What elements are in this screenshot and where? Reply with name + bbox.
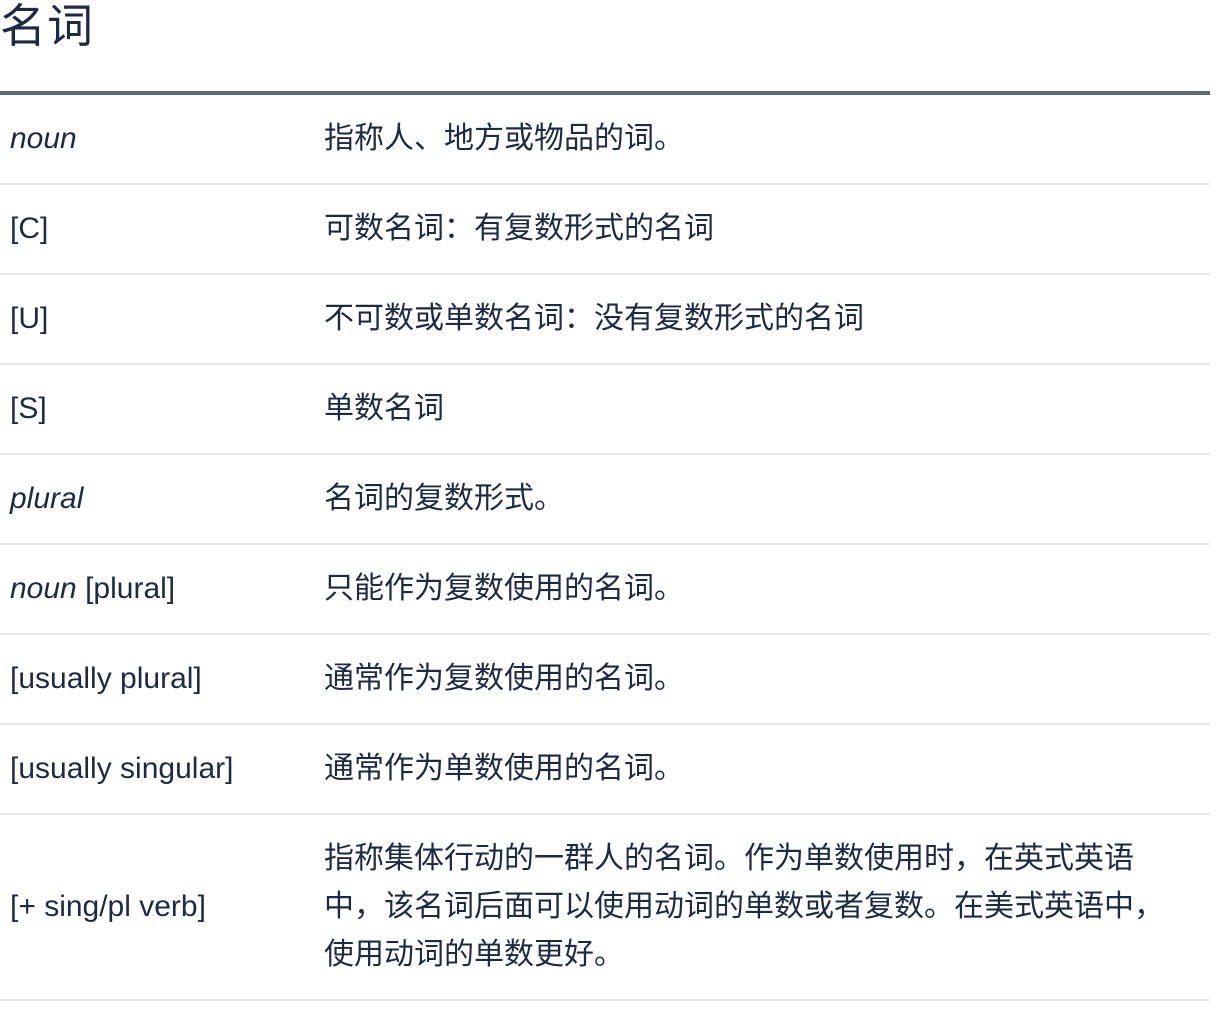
term-cell: [U] (0, 274, 312, 365)
noun-labels-table: noun 指称人、地方或物品的词。 [C] 可数名词：有复数形式的名词 [U] … (0, 95, 1210, 1001)
term-text: [+ sing/pl verb] (10, 890, 206, 923)
term-text: [plural] (76, 572, 176, 605)
term-text: [usually plural] (10, 662, 202, 695)
term-cell: [S] (0, 364, 312, 455)
term-cell: noun (0, 95, 312, 185)
term-text: [usually singular] (10, 752, 234, 785)
definition-cell: 只能作为复数使用的名词。 (312, 544, 1210, 635)
term-italic: plural (10, 482, 84, 515)
term-cell: plural (0, 454, 312, 545)
table-row: [C] 可数名词：有复数形式的名词 (0, 184, 1210, 275)
term-cell: noun [plural] (0, 544, 312, 635)
table-row: [+ sing/pl verb] 指称集体行动的一群人的名词。作为单数使用时，在… (0, 814, 1210, 1001)
definition-cell: 通常作为复数使用的名词。 (312, 634, 1210, 725)
page: 名词 noun 指称人、地方或物品的词。 [C] 可数名词：有复数形式的名词 [… (0, 0, 1216, 1010)
term-cell: [+ sing/pl verb] (0, 814, 312, 1001)
table-row: noun [plural] 只能作为复数使用的名词。 (0, 544, 1210, 635)
definition-cell: 指称人、地方或物品的词。 (312, 95, 1210, 185)
table-row: noun 指称人、地方或物品的词。 (0, 95, 1210, 185)
table-row: [S] 单数名词 (0, 364, 1210, 455)
term-italic: noun (10, 572, 77, 605)
definition-cell: 名词的复数形式。 (312, 454, 1210, 545)
table-row: [usually plural] 通常作为复数使用的名词。 (0, 634, 1210, 725)
definition-cell: 通常作为单数使用的名词。 (312, 724, 1210, 815)
table-row: plural 名词的复数形式。 (0, 454, 1210, 545)
table-row: [U] 不可数或单数名词：没有复数形式的名词 (0, 274, 1210, 365)
page-title: 名词 (0, 0, 94, 53)
term-cell: [C] (0, 184, 312, 275)
term-text: [U] (10, 302, 49, 335)
definition-cell: 单数名词 (312, 364, 1210, 455)
table-row: [usually singular] 通常作为单数使用的名词。 (0, 724, 1210, 815)
definition-cell: 指称集体行动的一群人的名词。作为单数使用时，在英式英语中，该名词后面可以使用动词… (312, 814, 1210, 1001)
definition-cell: 不可数或单数名词：没有复数形式的名词 (312, 274, 1210, 365)
term-cell: [usually singular] (0, 724, 312, 815)
term-text: [C] (10, 212, 49, 245)
term-text: [S] (10, 392, 47, 425)
term-cell: [usually plural] (0, 634, 312, 725)
term-italic: noun (10, 122, 77, 155)
definition-cell: 可数名词：有复数形式的名词 (312, 184, 1210, 275)
